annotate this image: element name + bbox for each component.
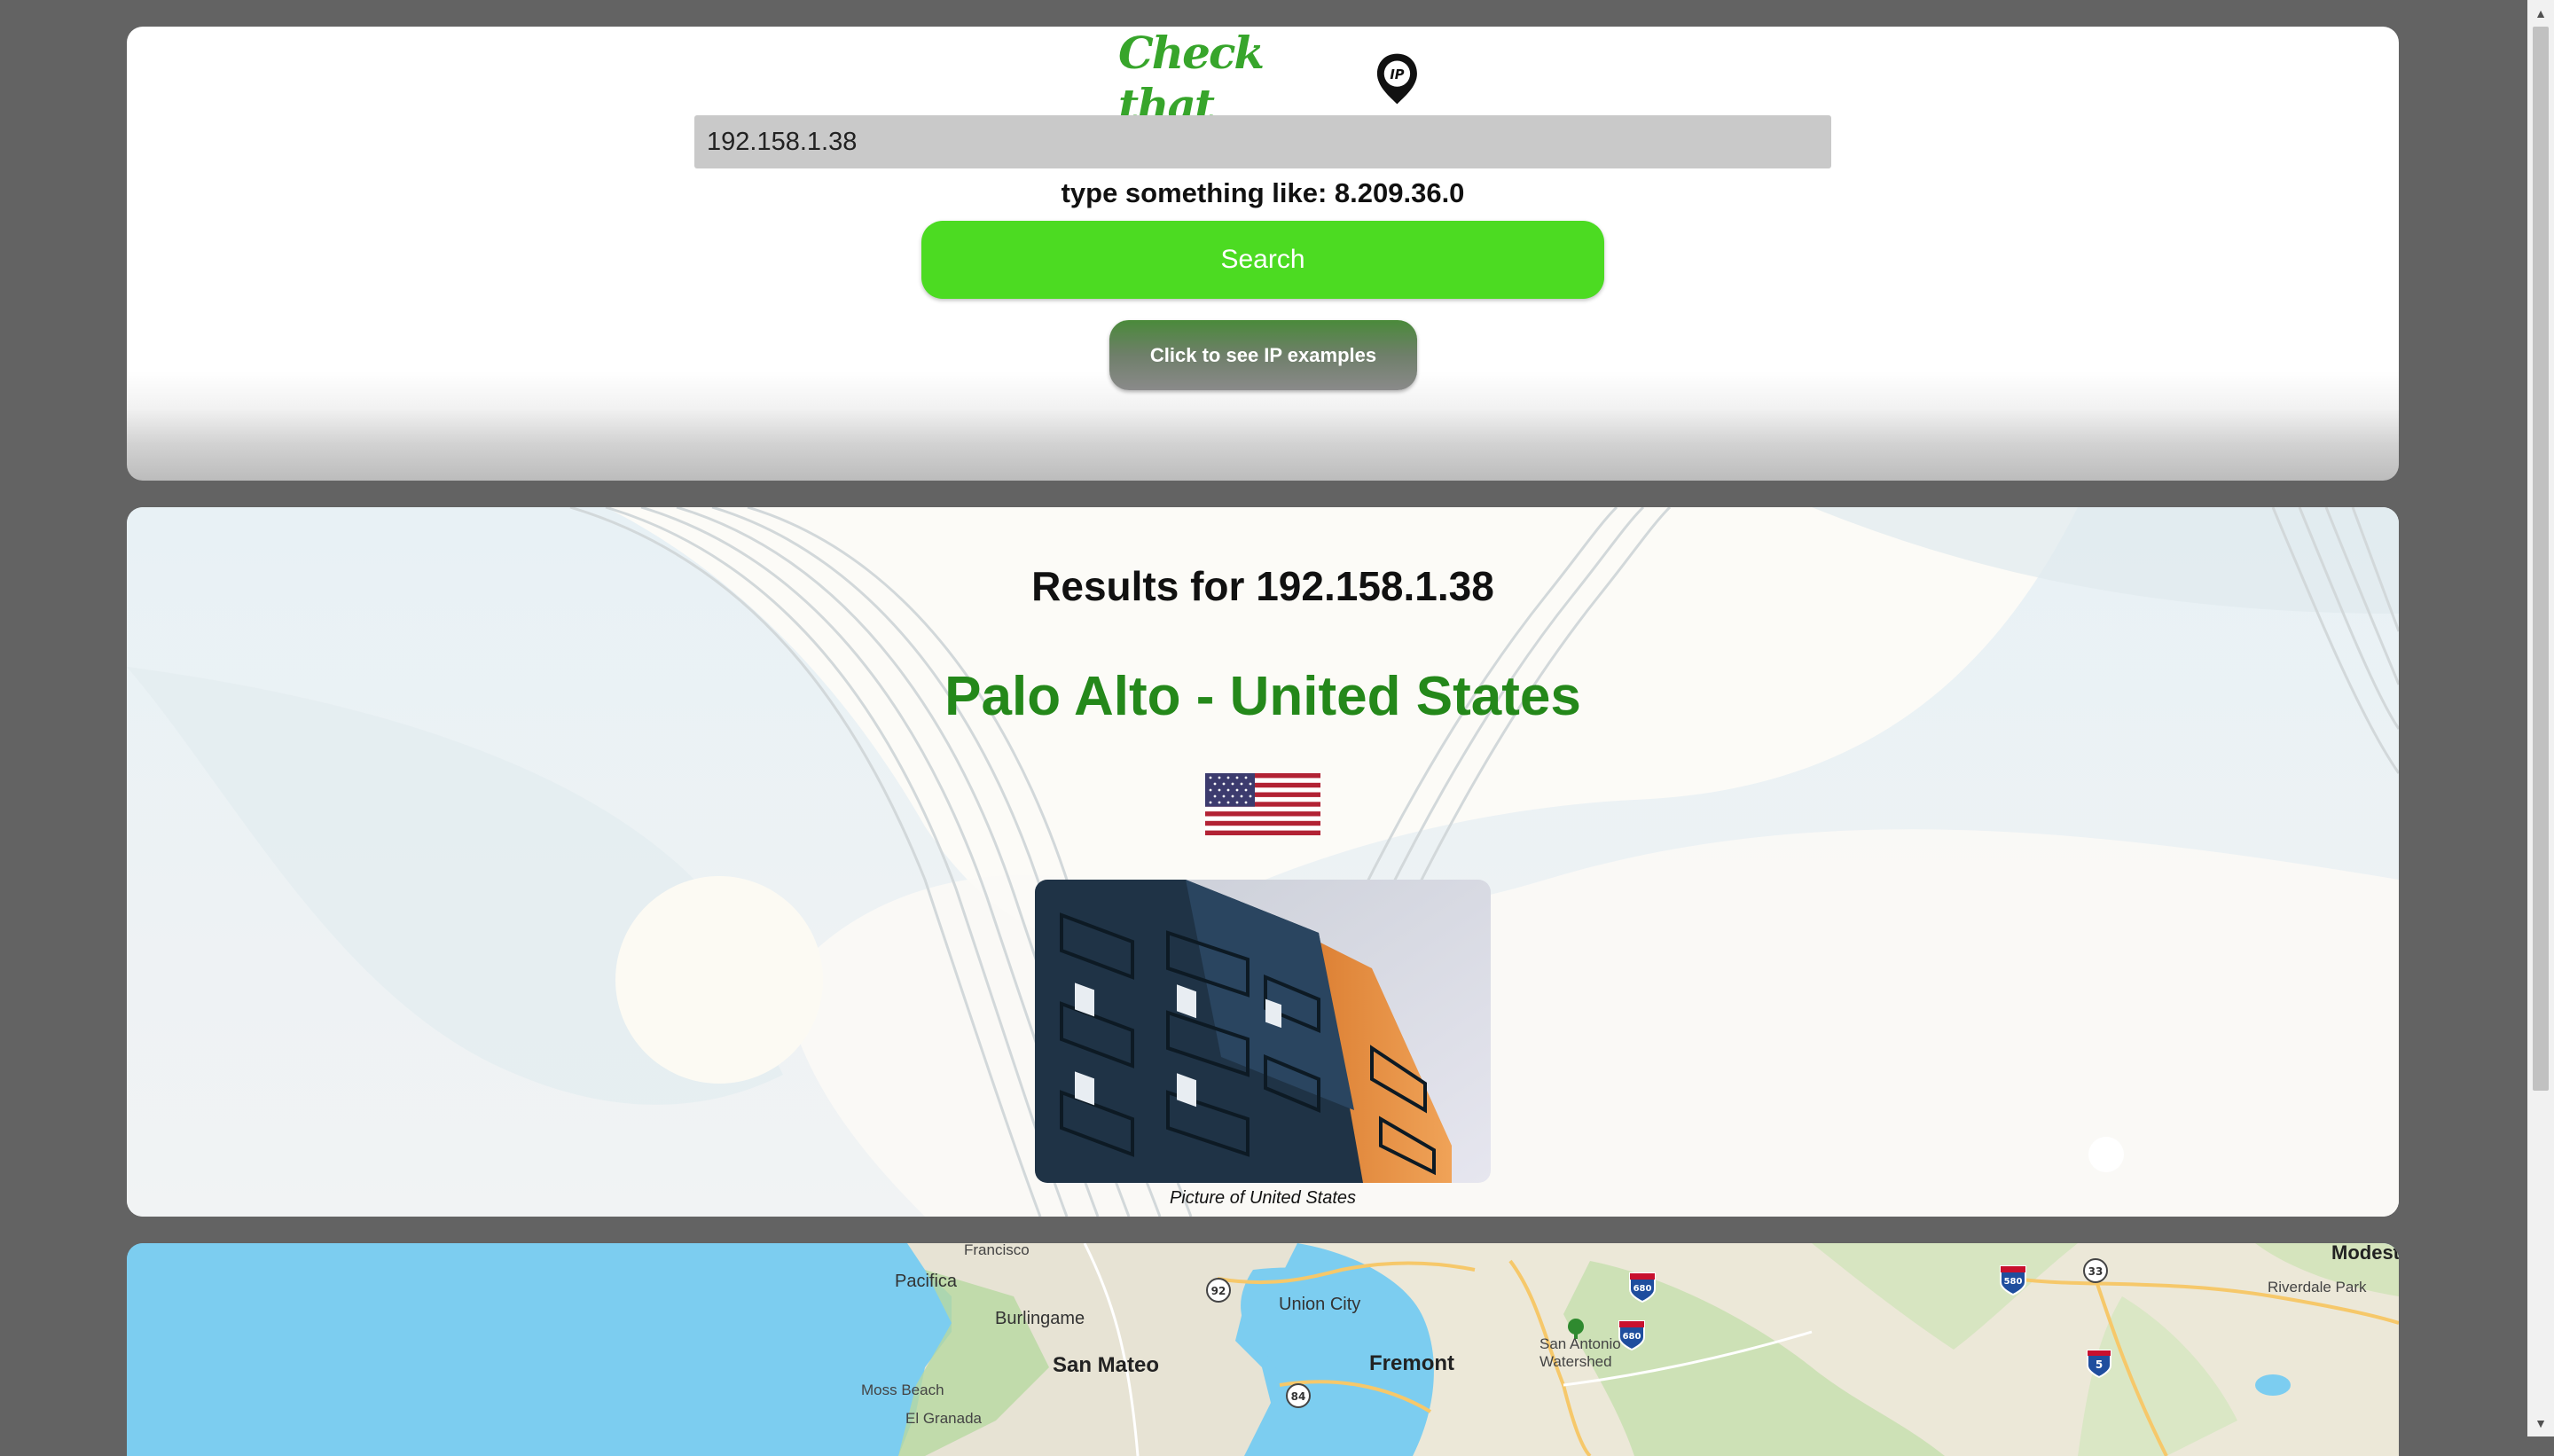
map-label-francisco: Francisco	[964, 1243, 1030, 1258]
ip-examples-button[interactable]: Click to see IP examples	[1109, 320, 1417, 390]
shield-33: 33	[2088, 1265, 2104, 1278]
us-flag-icon	[1205, 773, 1320, 835]
scroll-thumb[interactable]	[2533, 27, 2549, 1091]
page: Check that IP type something like: 8.209…	[0, 0, 2527, 1456]
map-label-fremont: Fremont	[1369, 1351, 1454, 1375]
search-hint: type something like: 8.209.36.0	[1061, 177, 1465, 208]
map-label-pacifica: Pacifica	[895, 1272, 958, 1291]
scroll-up-arrow-icon[interactable]: ▲	[2527, 0, 2554, 27]
map-label-riverdale-park: Riverdale Park	[2268, 1279, 2367, 1296]
shield-i680a: 680	[1633, 1284, 1652, 1294]
search-card: Check that IP type something like: 8.209…	[127, 27, 2399, 481]
results-card: Results for 192.158.1.38 Palo Alto - Uni…	[127, 507, 2399, 1217]
map-label-modesto: Modest	[2331, 1243, 2399, 1264]
logo[interactable]: Check that IP	[1118, 27, 1420, 131]
scroll-down-arrow-icon[interactable]: ▼	[2527, 1410, 2554, 1436]
ip-search-input[interactable]	[694, 115, 1831, 168]
map[interactable]: 680 680 580 5 92 84 33 Francisco Pacific…	[127, 1243, 2399, 1456]
map-label-union-city: Union City	[1279, 1295, 1361, 1314]
map-label-san-antonio: San Antonio Watershed	[1539, 1335, 1621, 1370]
location-heading: Palo Alto - United States	[944, 666, 1581, 727]
photo-caption: Picture of United States	[1169, 1188, 1357, 1208]
shield-i5: 5	[2096, 1358, 2103, 1371]
map-label-moss-beach: Moss Beach	[861, 1382, 944, 1398]
map-tiles: 680 680 580 5 92 84 33	[127, 1243, 2399, 1456]
city-photo	[1035, 880, 1491, 1183]
results-title: Results for 192.158.1.38	[1031, 563, 1494, 609]
search-button[interactable]: Search	[921, 221, 1604, 299]
logo-badge: IP	[1390, 67, 1404, 82]
location-pin-icon: IP	[1377, 53, 1418, 105]
map-label-burlingame: Burlingame	[995, 1309, 1085, 1328]
map-label-el-granada: El Granada	[905, 1410, 982, 1427]
map-label-san-mateo: San Mateo	[1053, 1353, 1160, 1377]
shield-84: 84	[1291, 1390, 1306, 1403]
scrollbar[interactable]: ▲ ▼	[2527, 0, 2554, 1436]
shield-92: 92	[1211, 1285, 1226, 1297]
shield-i580: 580	[2004, 1277, 2023, 1287]
shield-i680b: 680	[1623, 1332, 1641, 1342]
